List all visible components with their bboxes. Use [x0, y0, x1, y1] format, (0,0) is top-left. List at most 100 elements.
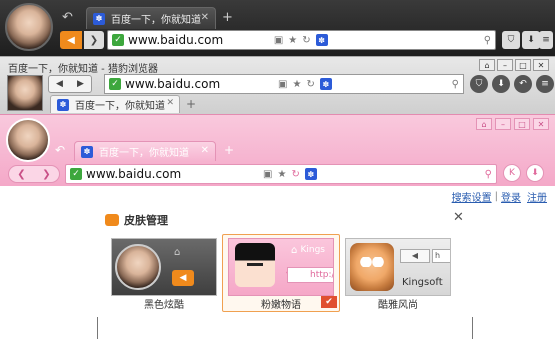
browser-gray-skin: 百度一下，你就知道 - 猎豹浏览器 ⌂ – □ ✕ ◀ ▶ ✓ www.baid…: [0, 56, 555, 114]
register-link[interactable]: 注册: [527, 189, 547, 204]
shield-icon[interactable]: ⛉: [470, 75, 488, 93]
shield-icon[interactable]: ⛉: [502, 31, 520, 49]
window-title: 百度一下，你就知道 - 猎豹浏览器: [8, 64, 158, 75]
url-text: www.baidu.com: [125, 77, 221, 91]
star-icon[interactable]: ★: [288, 35, 297, 46]
kingsoft-icon[interactable]: K: [503, 164, 521, 182]
forward-arrow-icon[interactable]: ▶: [77, 79, 84, 89]
skin-thumbnail-elegant[interactable]: ◀ h Kingsoft: [345, 238, 451, 296]
search-engine-icon[interactable]: ✽: [304, 168, 317, 180]
close-window-icon[interactable]: ✕: [533, 118, 549, 130]
tab-baidu[interactable]: ✽ 百度一下，你就知道 ✕: [50, 95, 180, 113]
skin-manager-title: 皮肤管理: [105, 212, 168, 228]
baidu-paw-icon: ✽: [81, 145, 93, 158]
close-icon[interactable]: ✕: [453, 210, 464, 225]
forward-button[interactable]: ❯: [84, 31, 104, 49]
tab-baidu[interactable]: ✽ 百度一下，你就知道 ✕: [86, 7, 216, 29]
back-arrow-icon[interactable]: ◀: [56, 79, 63, 89]
new-tab-button[interactable]: +: [222, 10, 233, 25]
secure-check-icon: ✓: [109, 78, 121, 90]
url-text: www.baidu.com: [128, 33, 224, 47]
skin-manager-title-text: 皮肤管理: [124, 214, 168, 227]
maximize-icon[interactable]: □: [515, 59, 531, 71]
refresh-icon[interactable]: ↻: [291, 169, 299, 180]
search-box-outline[interactable]: [97, 317, 473, 339]
page-block-icon[interactable]: ▣: [263, 169, 272, 180]
new-tab-button[interactable]: +: [224, 143, 234, 157]
address-bar[interactable]: ✓ www.baidu.com ▣ ★ ↻ ✽ ⚲: [104, 74, 464, 94]
skin-thumbnail-black[interactable]: ⌂ ◀: [111, 238, 217, 296]
back-arrow-icon: ◀: [172, 270, 194, 286]
undo-icon[interactable]: ↶: [514, 75, 532, 93]
home-icon: ⌂: [291, 245, 298, 256]
tab-title: 百度一下，你就知道: [111, 15, 201, 26]
back-forward-buttons[interactable]: ❮ ❯: [8, 165, 60, 183]
minimize-icon[interactable]: –: [495, 118, 511, 130]
address-bar[interactable]: ✓ www.baidu.com ▣ ★ ↻ ✽ ⚲: [65, 164, 497, 184]
user-avatar[interactable]: [7, 75, 43, 111]
page-block-icon[interactable]: ▣: [274, 35, 283, 46]
skin-thumbnail-pink[interactable]: ⌂ Kings ❮ http:/: [228, 238, 334, 296]
download-icon[interactable]: ⬇: [522, 31, 540, 49]
baidu-paw-icon: ✽: [93, 12, 105, 25]
secure-check-icon: ✓: [112, 34, 124, 46]
star-icon[interactable]: ★: [293, 79, 302, 90]
menu-icon[interactable]: ≡: [536, 75, 554, 93]
back-forward-buttons[interactable]: ◀ ▶: [48, 75, 92, 93]
cartoon-boy-preview: [350, 243, 394, 291]
top-links: 搜索设置 | 登录 注册: [451, 189, 547, 204]
close-window-icon[interactable]: ✕: [533, 59, 549, 71]
search-icon[interactable]: ⚲: [485, 169, 492, 180]
new-tab-button[interactable]: +: [186, 97, 196, 111]
skin-icon[interactable]: ⌂: [479, 59, 495, 71]
baidu-paw-icon: ✽: [57, 98, 69, 111]
tshirt-icon: [105, 214, 119, 226]
close-tab-icon[interactable]: ✕: [201, 145, 209, 156]
search-icon[interactable]: ⚲: [452, 79, 459, 90]
search-engine-icon[interactable]: ✽: [315, 34, 328, 46]
user-avatar[interactable]: [6, 118, 50, 162]
user-avatar[interactable]: [5, 3, 53, 51]
browser-pink-skin: ⌂ – □ ✕ ↶ ✽ 百度一下，你就知道 ✕ + ❮ ❯ ✓ www.baid…: [0, 114, 555, 186]
url-text: www.baidu.com: [86, 167, 182, 181]
cartoon-girl-preview: [235, 243, 275, 287]
selected-check-icon: ✔: [321, 296, 337, 308]
download-icon[interactable]: ⬇: [492, 75, 510, 93]
close-tab-icon[interactable]: ✕: [166, 98, 174, 108]
undo-close-tab-icon[interactable]: ↶: [62, 10, 73, 25]
secure-check-icon: ✓: [70, 168, 82, 180]
refresh-icon[interactable]: ↻: [302, 35, 310, 46]
skin-label: 粉嫩物语: [261, 300, 301, 311]
search-icon[interactable]: ⚲: [484, 35, 491, 46]
undo-close-tab-icon[interactable]: ↶: [55, 143, 65, 157]
preview-text: Kingsoft: [402, 277, 443, 288]
preview-url-fragment: h: [432, 249, 450, 263]
home-icon: ⌂: [174, 247, 181, 258]
avatar-preview: [115, 244, 161, 290]
download-icon[interactable]: ⬇: [526, 164, 544, 182]
page-block-icon[interactable]: ▣: [278, 79, 287, 90]
refresh-icon[interactable]: ↻: [306, 79, 314, 90]
tab-baidu[interactable]: ✽ 百度一下，你就知道 ✕: [74, 141, 216, 161]
preview-text: Kings: [300, 245, 325, 255]
star-icon[interactable]: ★: [278, 169, 287, 180]
forward-arrow-icon[interactable]: ❯: [42, 169, 50, 180]
skin-label: 黑色炫酷: [144, 300, 184, 311]
preview-url: http:/: [287, 267, 333, 283]
search-engine-icon[interactable]: ✽: [319, 78, 332, 90]
skin-icon[interactable]: ⌂: [476, 118, 492, 130]
login-link[interactable]: 登录: [501, 189, 521, 204]
minimize-icon[interactable]: –: [497, 59, 513, 71]
tab-title: 百度一下，你就知道: [75, 101, 165, 112]
address-bar[interactable]: ✓ www.baidu.com ▣ ★ ↻ ✽ ⚲: [107, 30, 496, 50]
browser-dark-skin: ↶ ✽ 百度一下，你就知道 ✕ + ◀ ❯ ✓ www.baidu.com ▣ …: [0, 0, 555, 56]
back-button[interactable]: ◀: [60, 31, 82, 49]
close-tab-icon[interactable]: ✕: [201, 12, 209, 23]
back-arrow-icon: ◀: [400, 249, 430, 263]
skin-label: 酷雅风尚: [378, 300, 418, 311]
back-arrow-icon[interactable]: ❮: [17, 169, 25, 180]
maximize-icon[interactable]: □: [514, 118, 530, 130]
tab-title: 百度一下，你就知道: [99, 148, 189, 159]
search-settings-link[interactable]: 搜索设置: [452, 189, 492, 204]
menu-icon[interactable]: ≡: [539, 31, 553, 49]
